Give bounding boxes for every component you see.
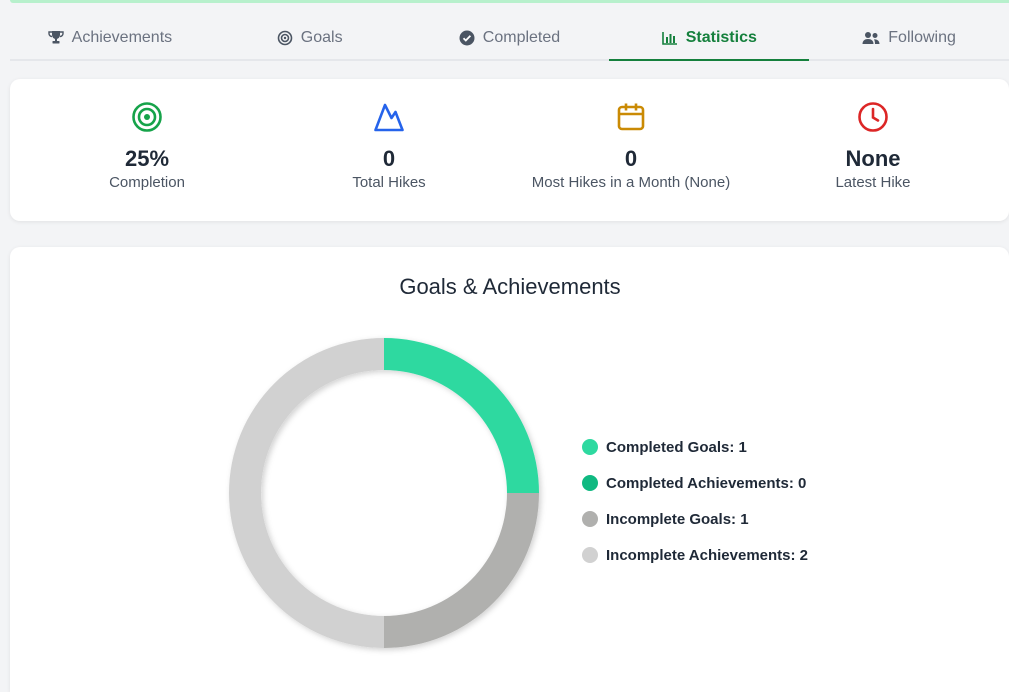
chart-legend: Completed Goals: 1 Completed Achievement… <box>582 429 808 573</box>
tab-label: Achievements <box>71 28 173 46</box>
mountain-icon <box>374 103 404 132</box>
stat-label: Latest Hike <box>835 174 911 191</box>
tab-following[interactable]: Following <box>809 17 1009 58</box>
target-icon <box>132 102 162 132</box>
legend-item[interactable]: Completed Achievements: 0 <box>582 465 808 501</box>
stat-label: Most Hikes in a Month (None) <box>531 174 731 191</box>
goals-achievements-chart-card: Goals & Achievements Completed Goals: 1 … <box>10 247 1009 692</box>
tab-bar: Achievements Goals Completed Statistics <box>10 18 1009 61</box>
stat-completion: 25% Completion <box>17 79 277 192</box>
legend-swatch <box>582 511 598 527</box>
stat-label: Total Hikes <box>352 174 426 191</box>
donut-chart <box>229 338 539 648</box>
donut-slice-incomplete-goals[interactable] <box>384 493 539 648</box>
check-circle-icon <box>459 30 475 45</box>
tab-label: Following <box>888 28 956 46</box>
legend-label: Incomplete Achievements: 2 <box>606 546 809 564</box>
legend-item[interactable]: Incomplete Achievements: 2 <box>582 537 808 573</box>
tab-goals[interactable]: Goals <box>210 17 410 58</box>
legend-label: Completed Goals: 1 <box>606 438 747 456</box>
legend-item[interactable]: Completed Goals: 1 <box>582 429 808 465</box>
stat-value: 25% <box>124 146 170 171</box>
tab-label: Goals <box>300 28 343 46</box>
donut-slice-completed-goals[interactable] <box>384 338 539 493</box>
calendar-icon <box>617 103 645 131</box>
stats-summary-card: 25% Completion 0 Total Hikes 0 Most Hike… <box>10 79 1009 221</box>
stat-value: None <box>845 146 901 171</box>
stat-latest-hike: None Latest Hike <box>743 79 1003 192</box>
tab-label: Completed <box>482 28 561 46</box>
target-icon <box>277 30 293 45</box>
legend-swatch <box>582 439 598 455</box>
legend-item[interactable]: Incomplete Goals: 1 <box>582 501 808 537</box>
clock-icon <box>858 102 888 132</box>
legend-label: Incomplete Goals: 1 <box>606 510 749 528</box>
trophy-icon <box>47 31 64 44</box>
legend-swatch <box>582 475 598 491</box>
stat-most-hikes: 0 Most Hikes in a Month (None) <box>501 79 761 192</box>
users-icon <box>862 31 880 44</box>
stat-total-hikes: 0 Total Hikes <box>259 79 519 192</box>
tab-statistics[interactable]: Statistics <box>609 17 809 61</box>
top-accent-bar <box>10 0 1009 3</box>
tab-achievements[interactable]: Achievements <box>10 17 210 58</box>
stat-label: Completion <box>109 174 185 191</box>
tab-completed[interactable]: Completed <box>410 17 610 58</box>
legend-swatch <box>582 547 598 563</box>
tab-label: Statistics <box>685 28 757 46</box>
stat-value: 0 <box>382 146 396 171</box>
bar-chart-icon <box>661 31 677 45</box>
donut-slice-incomplete-achievements[interactable] <box>229 338 384 648</box>
stat-value: 0 <box>624 146 638 171</box>
legend-label: Completed Achievements: 0 <box>606 474 807 492</box>
